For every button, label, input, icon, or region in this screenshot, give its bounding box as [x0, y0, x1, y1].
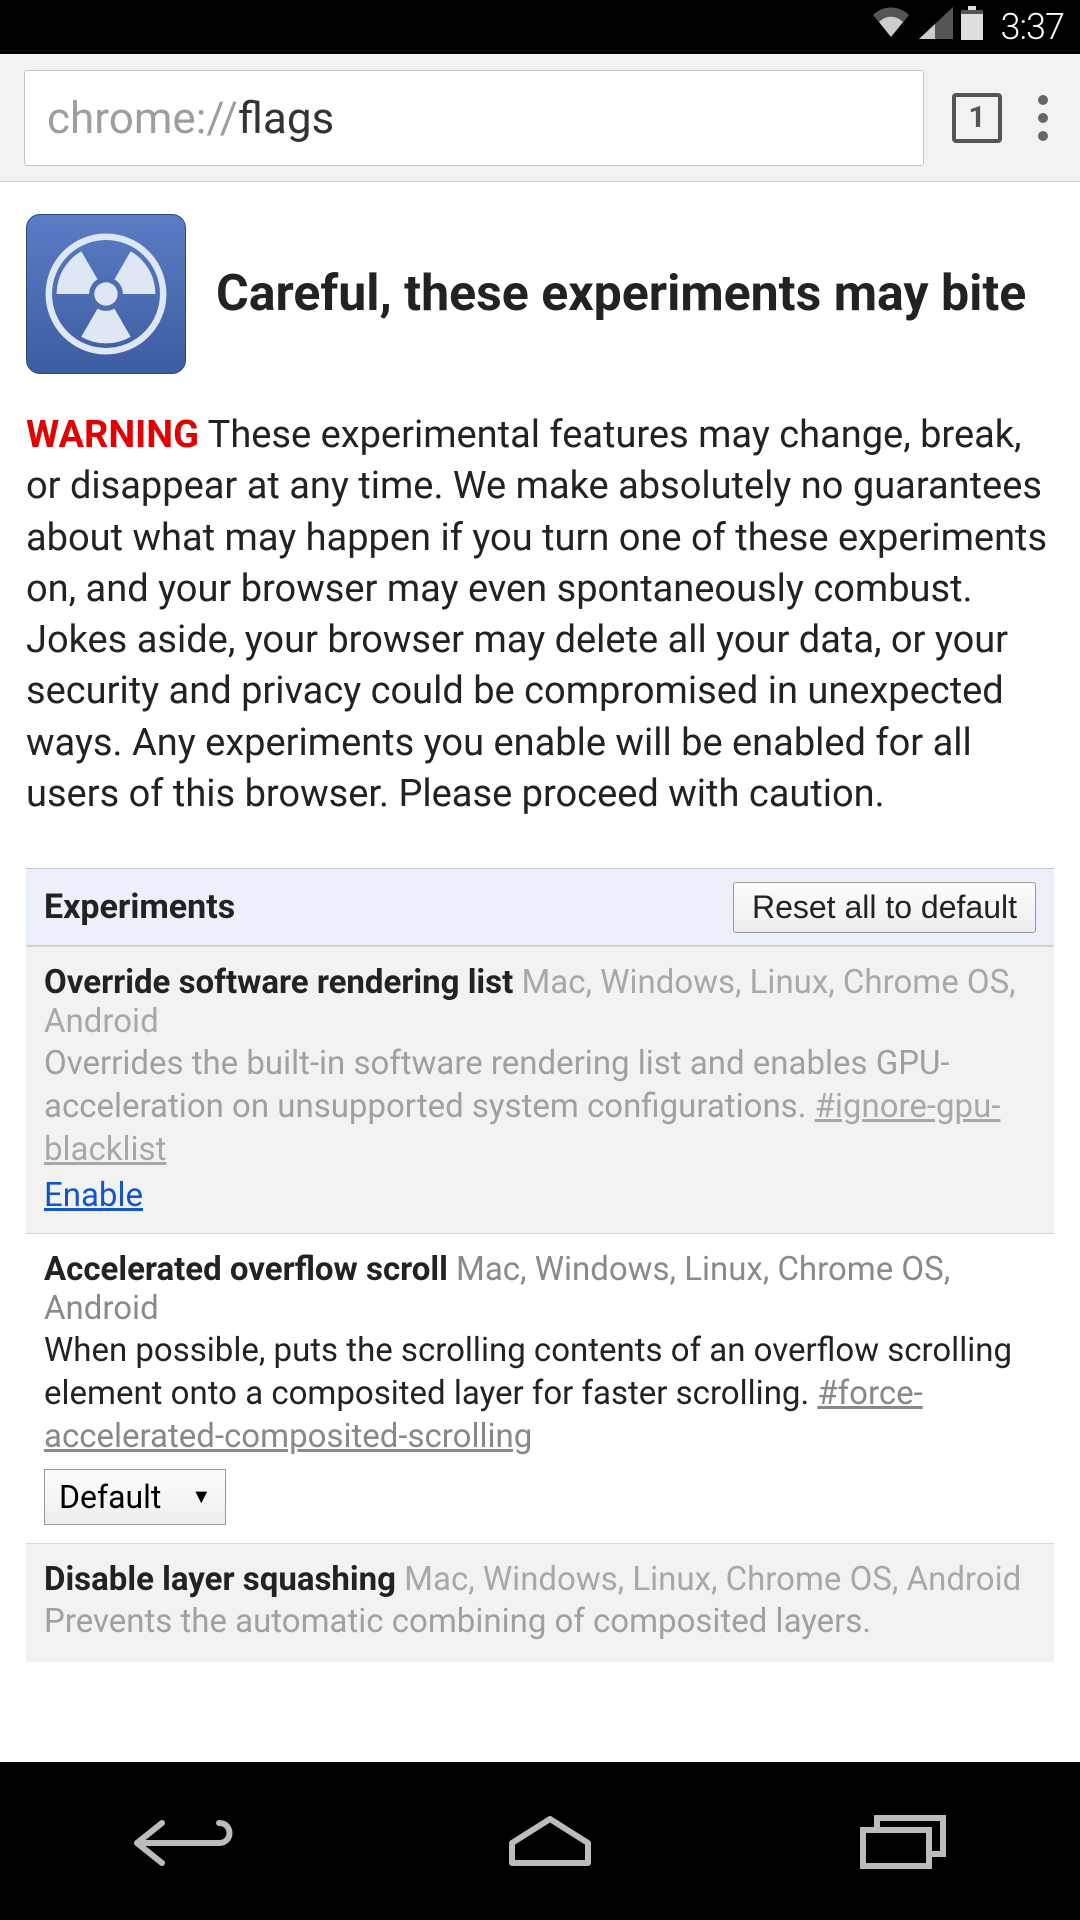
- status-bar: 3:37: [0, 0, 1080, 54]
- experiment-item: Disable layer squashing Mac, Windows, Li…: [26, 1543, 1054, 1662]
- experiments-title: Experiments: [44, 887, 235, 927]
- experiments-header: Experiments Reset all to default: [26, 868, 1054, 946]
- experiment-select[interactable]: Default ▼: [44, 1469, 226, 1525]
- dot-icon: [1038, 113, 1048, 123]
- warning-label: WARNING: [26, 413, 199, 457]
- warning-paragraph: WARNING These experimental features may …: [26, 410, 1054, 820]
- hazard-icon: [26, 214, 186, 374]
- page-content[interactable]: Careful, these experiments may bite WARN…: [0, 182, 1080, 1762]
- experiment-title: Accelerated overflow scroll: [44, 1250, 448, 1289]
- experiment-description: When possible, puts the scrolling conten…: [44, 1330, 1036, 1459]
- cell-signal-icon: [919, 6, 953, 48]
- experiment-platforms: Mac, Windows, Linux, Chrome OS, Android: [396, 1560, 1021, 1599]
- experiment-title: Disable layer squashing: [44, 1560, 396, 1599]
- status-time: 3:37: [1001, 6, 1064, 48]
- page-title: Careful, these experiments may bite: [216, 264, 1054, 324]
- status-icons: 3:37: [871, 6, 1064, 49]
- home-button[interactable]: [500, 1813, 600, 1869]
- experiment-title: Override software rendering list: [44, 963, 513, 1002]
- url-bar[interactable]: chrome://flags: [24, 70, 924, 166]
- hero: Careful, these experiments may bite: [26, 214, 1054, 374]
- url-scheme: chrome://: [47, 92, 238, 144]
- menu-button[interactable]: [1030, 87, 1056, 149]
- battery-icon: [961, 6, 983, 49]
- reset-all-button[interactable]: Reset all to default: [733, 882, 1036, 933]
- android-nav-bar: [0, 1762, 1080, 1920]
- experiment-description: Prevents the automatic combining of comp…: [44, 1601, 1036, 1644]
- experiment-item: Override software rendering list Mac, Wi…: [26, 946, 1054, 1233]
- dot-icon: [1038, 131, 1048, 141]
- recents-button[interactable]: [853, 1810, 953, 1872]
- enable-link[interactable]: Enable: [44, 1176, 143, 1215]
- tab-switcher-button[interactable]: 1: [952, 93, 1002, 143]
- experiment-description: Overrides the built-in software renderin…: [44, 1043, 1036, 1172]
- wifi-icon: [871, 6, 911, 48]
- url-path: flags: [238, 92, 334, 144]
- back-button[interactable]: [127, 1811, 247, 1871]
- select-value: Default: [59, 1478, 161, 1516]
- experiment-item: Accelerated overflow scroll Mac, Windows…: [26, 1233, 1054, 1543]
- dot-icon: [1038, 95, 1048, 105]
- warning-text: These experimental features may change, …: [26, 413, 1047, 816]
- tab-count-label: 1: [968, 100, 985, 135]
- chevron-down-icon: ▼: [191, 1484, 211, 1509]
- browser-toolbar: chrome://flags 1: [0, 54, 1080, 182]
